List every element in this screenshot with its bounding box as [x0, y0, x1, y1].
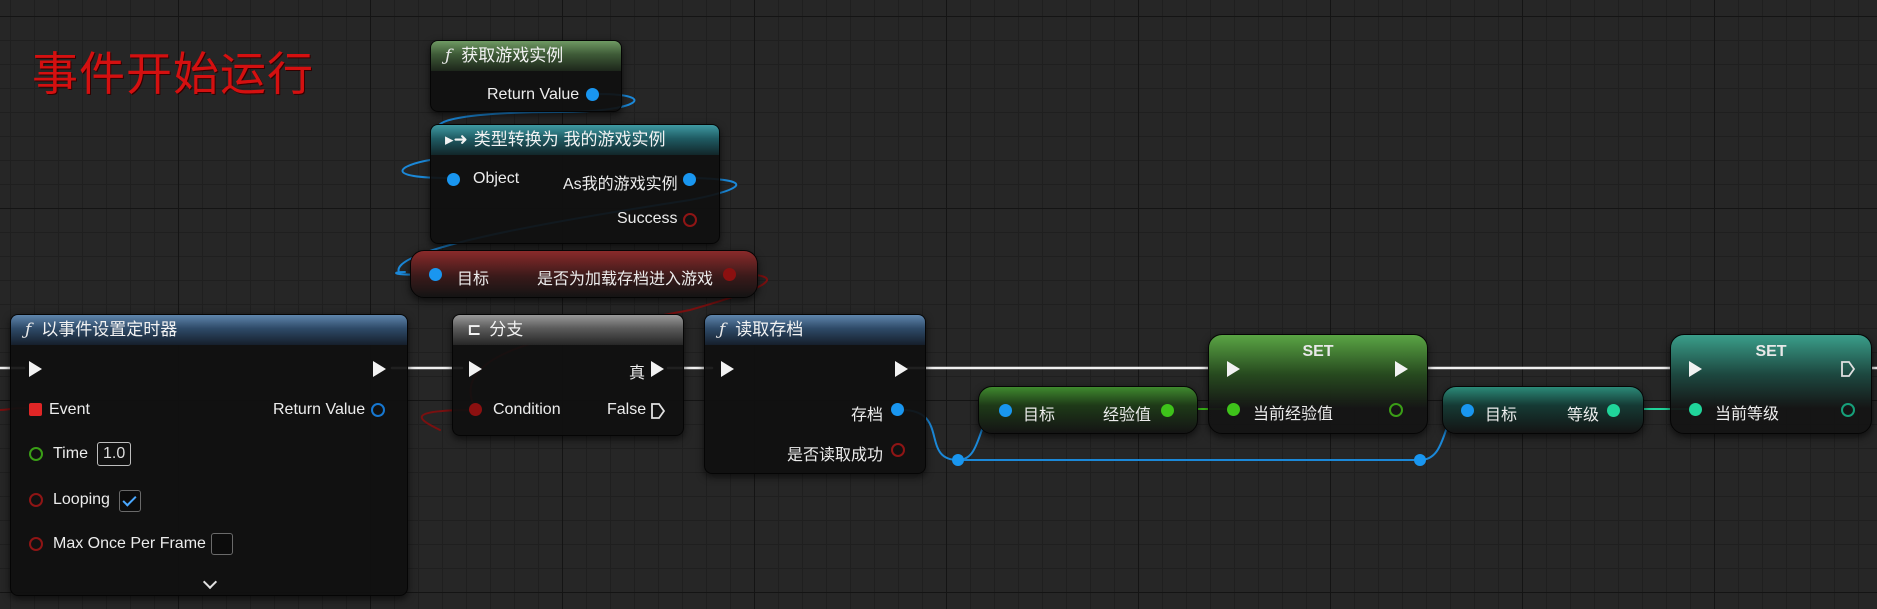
exec-output-pin[interactable]	[1395, 361, 1408, 377]
node-header[interactable]: ƒ 读取存档	[705, 315, 925, 345]
return-value-pin[interactable]	[586, 88, 599, 101]
max-once-per-frame-pin[interactable]	[29, 537, 43, 551]
node-title: 以事件设置定时器	[41, 320, 178, 339]
time-label: Time	[53, 445, 88, 462]
target-pin[interactable]	[429, 268, 442, 281]
node-title: 分支	[489, 320, 524, 339]
looping-checkbox[interactable]	[119, 490, 141, 512]
node-header[interactable]: ⊏ 分支	[453, 315, 683, 345]
return-value-label: Return Value	[273, 401, 366, 418]
condition-pin[interactable]	[469, 403, 482, 416]
node-header[interactable]: ▸➜ 类型转换为 我的游戏实例	[431, 125, 719, 155]
event-pin[interactable]	[29, 403, 42, 416]
target-label: 目标	[1485, 407, 1518, 424]
get-level-node[interactable]: 目标 等级	[1442, 386, 1644, 434]
get-exp-node[interactable]: 目标 经验值	[978, 386, 1198, 434]
success-label: Success	[617, 210, 678, 227]
function-icon: ƒ	[719, 320, 726, 340]
node-title: 读取存档	[735, 320, 804, 339]
node-title: 类型转换为 我的游戏实例	[473, 130, 666, 149]
load-success-pin[interactable]	[891, 443, 905, 457]
load-success-label: 是否读取成功	[787, 447, 884, 464]
exec-output-pin[interactable]	[895, 361, 908, 377]
exec-input-pin[interactable]	[469, 361, 482, 377]
is-load-save-pin[interactable]	[723, 268, 736, 281]
branch-icon: ⊏	[467, 320, 482, 339]
condition-label: Condition	[493, 401, 561, 418]
set-timer-by-event-node[interactable]: ƒ 以事件设置定时器 Event Return Value Time 1.0 Lo…	[10, 314, 408, 596]
is-load-save-getter-node[interactable]: 目标 是否为加载存档进入游戏	[410, 250, 758, 298]
success-pin[interactable]	[683, 213, 697, 227]
as-game-instance-pin[interactable]	[683, 173, 696, 186]
exec-input-pin[interactable]	[721, 361, 734, 377]
as-game-instance-label: As我的游戏实例	[563, 176, 678, 193]
object-input-pin[interactable]	[447, 173, 460, 186]
looping-label: Looping	[53, 491, 110, 508]
object-label: Object	[473, 170, 520, 187]
target-pin[interactable]	[999, 404, 1012, 417]
level-label: 等级	[1567, 407, 1600, 424]
exec-input-pin[interactable]	[1227, 361, 1240, 377]
time-pin[interactable]	[29, 447, 43, 461]
target-pin[interactable]	[1461, 404, 1474, 417]
node-header[interactable]: ƒ 获取游戏实例	[431, 41, 621, 71]
save-pin[interactable]	[891, 403, 904, 416]
branch-node[interactable]: ⊏ 分支 真 Condition False	[452, 314, 684, 436]
current-exp-label: 当前经验值	[1253, 406, 1334, 423]
time-input[interactable]: 1.0	[97, 442, 132, 466]
set-current-level-node[interactable]: SET 当前等级	[1670, 334, 1872, 434]
current-level-output-pin[interactable]	[1841, 403, 1855, 417]
false-exec-pin[interactable]	[651, 403, 665, 419]
current-exp-input-pin[interactable]	[1227, 403, 1240, 416]
exec-input-pin[interactable]	[1689, 361, 1702, 377]
exec-input-pin[interactable]	[29, 361, 42, 377]
max-once-per-frame-checkbox[interactable]	[211, 533, 233, 555]
true-label: 真	[629, 365, 646, 382]
reroute-knot	[952, 454, 964, 466]
exec-output-pin[interactable]	[373, 361, 386, 377]
function-icon: ƒ	[25, 320, 32, 340]
return-value-label: Return Value	[487, 86, 580, 103]
exec-output-pin[interactable]	[1841, 361, 1855, 377]
expand-chevron-icon[interactable]	[202, 574, 218, 590]
current-level-input-pin[interactable]	[1689, 403, 1702, 416]
save-label: 存档	[851, 407, 884, 424]
cast-to-game-instance-node[interactable]: ▸➜ 类型转换为 我的游戏实例 Object As我的游戏实例 Success	[430, 124, 720, 244]
cast-icon: ▸➜	[445, 130, 468, 149]
target-label: 目标	[457, 271, 490, 288]
exp-output-pin[interactable]	[1161, 404, 1174, 417]
true-exec-pin[interactable]	[651, 361, 664, 377]
set-current-exp-node[interactable]: SET 当前经验值	[1208, 334, 1428, 434]
reroute-knot	[1414, 454, 1426, 466]
current-exp-output-pin[interactable]	[1389, 403, 1403, 417]
false-label: False	[607, 401, 647, 418]
node-title: 获取游戏实例	[461, 46, 564, 65]
exp-label: 经验值	[1103, 407, 1152, 424]
node-title: SET	[1302, 343, 1334, 360]
node-header[interactable]: ƒ 以事件设置定时器	[11, 315, 407, 345]
comment-title: 事件开始运行	[32, 47, 314, 101]
max-once-per-frame-label: Max Once Per Frame	[53, 535, 206, 552]
node-title: SET	[1755, 343, 1787, 360]
return-value-pin[interactable]	[371, 403, 385, 417]
target-label: 目标	[1023, 407, 1056, 424]
event-label: Event	[49, 401, 90, 418]
function-icon: ƒ	[445, 46, 452, 66]
is-load-save-label: 是否为加载存档进入游戏	[537, 271, 714, 288]
get-game-instance-node[interactable]: ƒ 获取游戏实例 Return Value	[430, 40, 622, 112]
load-save-node[interactable]: ƒ 读取存档 存档 是否读取成功	[704, 314, 926, 474]
current-level-label: 当前等级	[1715, 406, 1780, 423]
looping-pin[interactable]	[29, 493, 43, 507]
level-output-pin[interactable]	[1607, 404, 1620, 417]
